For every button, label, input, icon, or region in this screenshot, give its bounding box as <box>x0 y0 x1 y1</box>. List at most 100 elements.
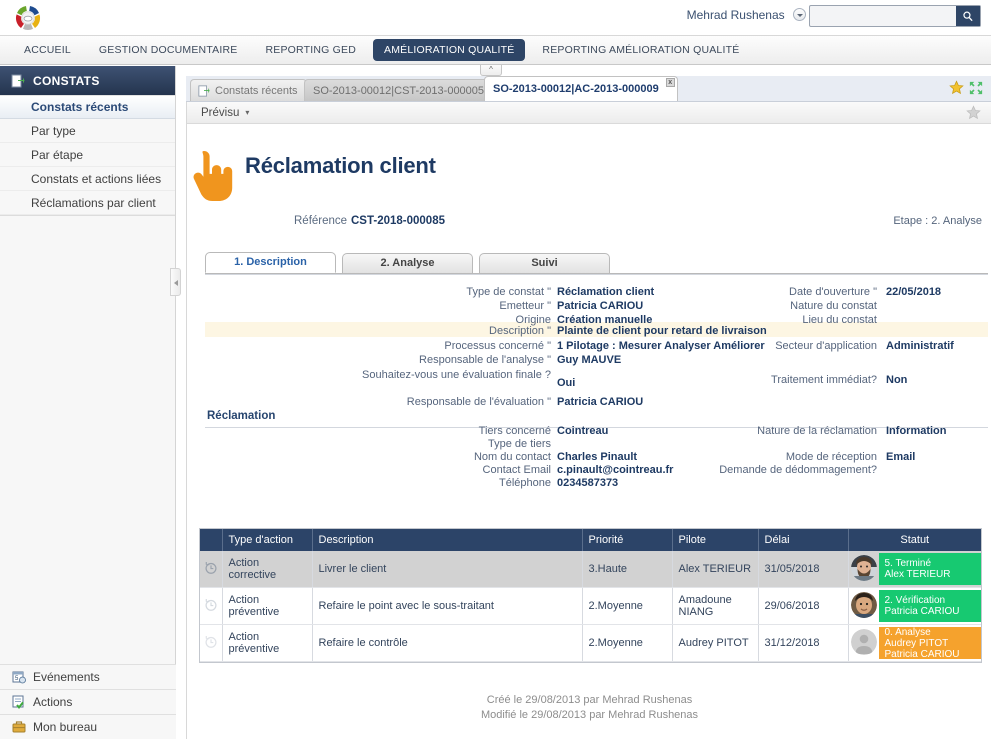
field-value-mode-reception: Email <box>886 451 916 463</box>
cell-statut: 0. Analyse Audrey PITOT Patricia CARIOU <box>848 624 981 662</box>
col-header-statut[interactable]: Statut <box>848 529 981 551</box>
table-row[interactable]: Action corrective Livrer le client 3.Hau… <box>200 551 981 588</box>
tab-ac-2013-000009[interactable]: SO-2013-00012|AC-2013-000009 x <box>484 76 678 101</box>
field-value-date-ouverture: 22/05/2018 <box>886 286 942 298</box>
nav-item-amelioration-qualite[interactable]: AMÉLIORATION QUALITÉ <box>373 39 526 61</box>
sidebar-item-par-etape[interactable]: Par étape <box>0 143 175 167</box>
field-label-telephone: Téléphone <box>499 477 551 489</box>
avatar <box>849 627 879 657</box>
cell-type-daction: Action corrective <box>222 551 313 588</box>
footer-modified: Modifié le 29/08/2013 par Mehrad Rushena… <box>480 709 699 721</box>
history-clock-icon[interactable] <box>204 561 218 578</box>
sidebar-collapse-handle[interactable] <box>170 268 181 296</box>
history-clock-icon[interactable] <box>204 598 218 615</box>
row-history-icon-cell[interactable] <box>200 624 223 662</box>
status-title: 5. Terminé <box>884 558 932 569</box>
chevron-down-icon[interactable] <box>793 8 806 21</box>
col-header-type-daction[interactable]: Type d'action <box>222 529 313 551</box>
footer-created: Créé le 29/08/2013 par Mehrad Rushenas <box>486 694 693 706</box>
field-value-secteur-application: Administratif <box>886 340 954 352</box>
sidebar-bottom-menu: 5 Evénements Actions Mon bureau <box>0 664 176 739</box>
field-label-type-de-constat: Type de constat " <box>466 286 551 298</box>
preview-menu-label[interactable]: Prévisu <box>201 107 239 119</box>
star-outline-icon[interactable] <box>966 105 981 123</box>
col-header-delai[interactable]: Délai <box>758 529 849 551</box>
field-value-evaluation-finale: Oui <box>557 377 576 389</box>
document-arrow-icon <box>11 74 25 88</box>
status-badge: 2. Vérification Patricia CARIOU <box>878 590 981 622</box>
sidebar-item-mon-bureau[interactable]: Mon bureau <box>0 714 176 739</box>
nav-item-accueil[interactable]: ACCUEIL <box>10 36 85 64</box>
cell-delai: 31/05/2018 <box>758 551 849 588</box>
search-box[interactable] <box>809 5 981 27</box>
etape-status: Etape : 2. Analyse <box>893 215 982 227</box>
sidebar-bottom-label: Actions <box>33 695 73 709</box>
search-input[interactable] <box>810 6 956 26</box>
field-label-nature-reclamation: Nature de la réclamation <box>757 425 877 437</box>
sidebar-bottom-label: Evénements <box>33 670 100 684</box>
field-label-traitement-immediat: Traitement immédiat? <box>771 374 877 386</box>
sidebar-item-evenements[interactable]: 5 Evénements <box>0 664 176 689</box>
cell-delai: 29/06/2018 <box>758 587 849 625</box>
collapse-header-button[interactable]: ^ <box>480 65 502 76</box>
preview-toolbar: Prévisu ▾ <box>187 102 991 124</box>
checklist-icon <box>12 695 26 709</box>
col-header-priorite[interactable]: Priorité <box>582 529 673 551</box>
history-clock-icon[interactable] <box>204 635 218 652</box>
sidebar-item-reclamations-par-client[interactable]: Réclamations par client <box>0 191 175 215</box>
cell-type-daction: Action préventive <box>222 624 313 662</box>
nav-item-reporting-amelioration-qualite[interactable]: REPORTING AMÉLIORATION QUALITÉ <box>528 36 753 64</box>
col-header-description[interactable]: Description <box>312 529 583 551</box>
field-value-responsable-evaluation: Patricia CARIOU <box>557 396 644 408</box>
cell-priorite: 2.Moyenne <box>582 624 673 662</box>
cell-pilote: Alex TERIEUR <box>672 551 759 588</box>
tab-constats-recents[interactable]: Constats récents <box>190 79 307 101</box>
sidebar-item-par-type[interactable]: Par type <box>0 119 175 143</box>
field-label-responsable-evaluation: Responsable de l'évaluation " <box>406 396 551 408</box>
field-value-tiers-concerne: Cointreau <box>557 425 609 437</box>
status-name: Alex TERIEUR <box>884 569 951 580</box>
document-tab-strip: Constats récents SO-2013-00012|CST-2013-… <box>186 76 991 102</box>
cell-priorite: 3.Haute <box>582 551 673 588</box>
sidebar-item-actions[interactable]: Actions <box>0 689 176 714</box>
cell-priorite: 2.Moyenne <box>582 587 673 625</box>
expand-icon[interactable] <box>969 81 983 98</box>
field-label-processus-concerne: Processus concerné " <box>444 340 551 352</box>
tab-label: SO-2013-00012|CST-2013-000005 <box>313 84 485 97</box>
close-icon[interactable]: x <box>665 78 675 87</box>
field-label-nature-du-constat: Nature du constat <box>790 300 877 312</box>
sidebar: CONSTATS Constats récents Par type Par é… <box>0 66 176 739</box>
cell-pilote: Audrey PITOT <box>672 624 759 662</box>
field-value-emetteur: Patricia CARIOU <box>557 300 644 312</box>
user-menu[interactable]: Mehrad Rushenas <box>687 8 806 22</box>
sidebar-item-label: Par étape <box>31 147 84 162</box>
briefcase-icon <box>12 720 26 734</box>
field-label-date-ouverture: Date d'ouverture " <box>789 286 877 298</box>
status-badge: 0. Analyse Audrey PITOT Patricia CARIOU <box>878 627 981 660</box>
row-history-icon-cell[interactable] <box>200 551 223 588</box>
reference-row: Référence CST-2018-000085 <box>191 215 988 231</box>
table-row[interactable]: Action préventive Refaire le contrôle 2.… <box>200 624 981 662</box>
app-logo-icon[interactable] <box>13 3 43 33</box>
chevron-down-icon[interactable]: ▾ <box>245 108 249 117</box>
col-header-pilote[interactable]: Pilote <box>672 529 759 551</box>
nav-item-gestion-documentaire[interactable]: GESTION DOCUMENTAIRE <box>85 36 252 64</box>
table-row[interactable]: Action préventive Refaire le point avec … <box>200 587 981 625</box>
tab-cst-2013-000005[interactable]: SO-2013-00012|CST-2013-000005 x <box>304 79 502 101</box>
sidebar-item-constats-et-actions-liees[interactable]: Constats et actions liées <box>0 167 175 191</box>
nav-item-reporting-ged[interactable]: REPORTING GED <box>251 36 370 64</box>
field-label-lieu-du-constat: Lieu du constat <box>802 314 877 326</box>
field-label-secteur-application: Secteur d'application <box>775 340 877 352</box>
sidebar-item-constats-recents[interactable]: Constats récents <box>0 95 175 119</box>
field-label-emetteur: Emetteur " <box>499 300 551 312</box>
status-title: 2. Vérification <box>884 595 946 606</box>
subtab-description[interactable]: 1. Description <box>205 252 336 273</box>
cell-statut: 2. Vérification Patricia CARIOU <box>848 587 981 625</box>
cell-statut: 5. Terminé Alex TERIEUR <box>848 551 981 588</box>
sidebar-bottom-label: Mon bureau <box>33 720 98 734</box>
row-history-icon-cell[interactable] <box>200 587 223 625</box>
sidebar-header-label: CONSTATS <box>33 73 100 88</box>
tabstrip-actions <box>949 80 983 98</box>
search-button[interactable] <box>956 6 980 26</box>
star-icon[interactable] <box>949 80 964 98</box>
